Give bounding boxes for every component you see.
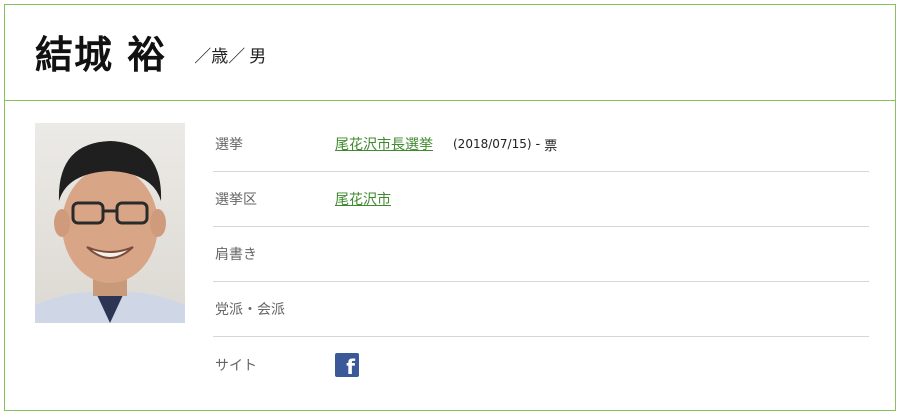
candidate-name: 結城 裕 bbox=[35, 33, 167, 77]
profile-header: 結城 裕 ／歳／ 男 bbox=[5, 5, 895, 101]
age-text: ／歳／ bbox=[194, 47, 246, 67]
detail-row-title: 肩書き bbox=[213, 227, 869, 282]
detail-row-party: 党派・会派 bbox=[213, 282, 869, 337]
election-value: 尾花沢市長選挙 (2018/07/15) - 票 bbox=[335, 134, 557, 154]
district-value: 尾花沢市 bbox=[335, 189, 391, 209]
candidate-photo bbox=[35, 123, 185, 323]
party-label: 党派・会派 bbox=[215, 302, 285, 318]
gender-text: 男 bbox=[249, 47, 267, 67]
profile-card: 結城 裕 ／歳／ 男 選挙 尾花沢市長選挙 (2018/07/15) - 票 選… bbox=[4, 4, 896, 411]
election-link[interactable]: 尾花沢市長選挙 bbox=[335, 134, 433, 154]
election-label: 選挙 bbox=[215, 137, 243, 153]
site-value: f bbox=[335, 352, 359, 377]
candidate-meta: ／歳／ 男 bbox=[194, 42, 266, 67]
profile-body: 選挙 尾花沢市長選挙 (2018/07/15) - 票 選挙区 尾花沢市 肩書き bbox=[5, 101, 895, 411]
election-separator: - bbox=[535, 136, 541, 152]
profile-details: 選挙 尾花沢市長選挙 (2018/07/15) - 票 選挙区 尾花沢市 肩書き bbox=[213, 117, 869, 392]
title-label: 肩書き bbox=[215, 247, 257, 263]
site-label: サイト bbox=[215, 357, 257, 374]
election-date: (2018/07/15) bbox=[453, 137, 532, 151]
detail-row-site: サイト f bbox=[213, 337, 869, 392]
detail-row-election: 選挙 尾花沢市長選挙 (2018/07/15) - 票 bbox=[213, 117, 869, 172]
election-votes: 票 bbox=[544, 138, 558, 154]
detail-row-district: 選挙区 尾花沢市 bbox=[213, 172, 869, 227]
district-label: 選挙区 bbox=[215, 192, 257, 208]
district-link[interactable]: 尾花沢市 bbox=[335, 189, 391, 209]
facebook-icon[interactable]: f bbox=[335, 352, 359, 377]
